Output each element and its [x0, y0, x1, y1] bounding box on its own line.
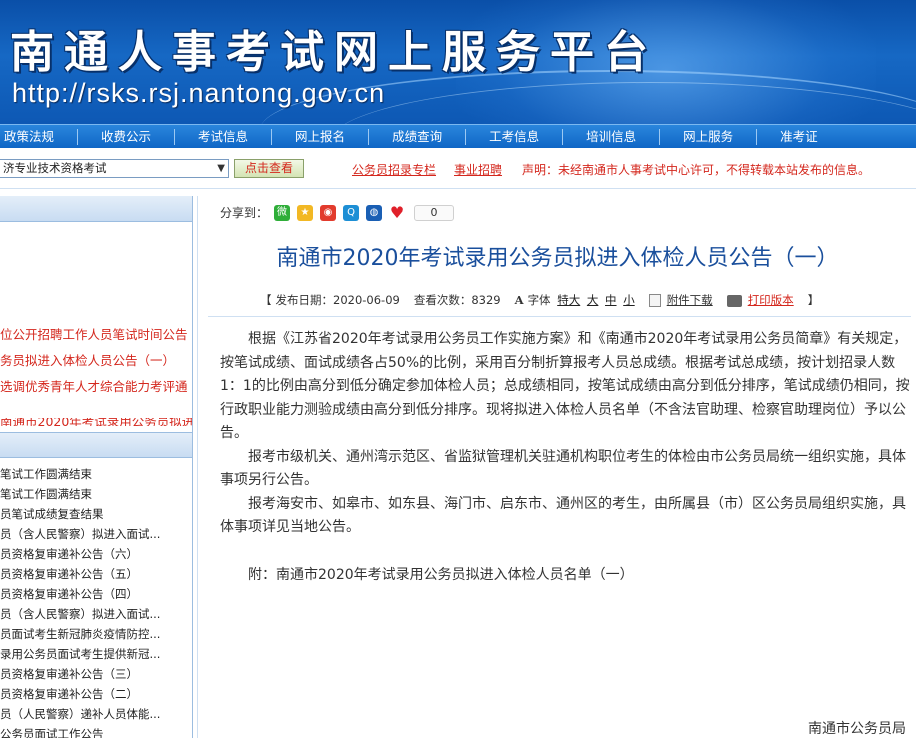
article-paragraph: 报考市级机关、通州湾示范区、省监狱管理机关驻通机构职位考生的体检由市公务员局统一… — [220, 448, 906, 489]
font-size-icon: A — [514, 293, 524, 307]
related-news-item[interactable]: 员（含人民警察）拟进入面试... — [0, 604, 192, 624]
exam-type-select-value: 济专业技术资格考试 — [3, 161, 107, 175]
meta-bracket-open: 【 — [260, 293, 272, 307]
main-nav: 政策法规 收费公示 考试信息 网上报名 成绩查询 工考信息 培训信息 网上服务 … — [0, 124, 916, 148]
font-size-small[interactable]: 小 — [623, 293, 635, 307]
exam-type-select[interactable]: 济专业技术资格考试 ▼ — [0, 159, 229, 178]
latest-news-list: 位公开招聘工作人员笔试时间公告 务员拟进入体检人员公告（一） 选调优秀青年人才综… — [0, 322, 192, 400]
article-body: 根据《江苏省2020年考试录用公务员工作实施方案》和《南通市2020年考试录用公… — [220, 328, 910, 587]
copyright-notice: 声明：未经南通市人事考试中心许可，不得转载本站发布的信息。 — [522, 163, 871, 177]
article-panel: 分享到： 微 ★ ◉ Q ◍ ♥ 0 南通市2020年考试录用公务员拟进入体检人… — [197, 196, 916, 738]
share-label: 分享到： — [220, 206, 269, 220]
article-meta: 【 发布日期：2020-06-09 查看次数：8329 A 字体 特大 大 中 小… — [260, 292, 833, 308]
nav-item-scores[interactable]: 成绩查询 — [369, 128, 467, 145]
printer-icon — [726, 294, 742, 307]
nav-item-training[interactable]: 培训信息 — [563, 128, 661, 145]
print-version-label: 打印版本 — [747, 293, 794, 307]
article-paragraph: 报考海安市、如皋市、如东县、海门市、启东市、通州区的考生，由所属县（市）区公务员… — [220, 495, 906, 536]
view-button[interactable]: 点击查看 — [234, 159, 304, 178]
related-news-item[interactable]: 录用公务员面试考生提供新冠... — [0, 644, 192, 664]
related-news-list: 笔试工作圆满结束 笔试工作圆满结束 员笔试成绩复查结果 员（含人民警察）拟进入面… — [0, 464, 192, 738]
nav-item-registration[interactable]: 网上报名 — [272, 128, 370, 145]
latest-news-item[interactable]: 位公开招聘工作人员笔试时间公告 — [0, 322, 192, 348]
nav-item-admission-ticket[interactable]: 准考证 — [757, 129, 841, 145]
related-news-item[interactable]: 员（人民警察）递补人员体能... — [0, 704, 192, 724]
site-banner: 南通人事考试网上服务平台 http://rsks.rsj.nantong.gov… — [0, 0, 916, 124]
related-news-item[interactable]: 员资格复审递补公告（二） — [0, 684, 192, 704]
meta-bracket-close: 】 — [807, 293, 820, 307]
site-title: 南通人事考试网上服务平台 — [10, 27, 658, 78]
qzone-icon[interactable]: ★ — [297, 204, 314, 221]
site-url: http://rsks.rsj.nantong.gov.cn — [12, 78, 386, 108]
related-news-item[interactable]: 员资格复审递补公告（三） — [0, 664, 192, 684]
left-sidebar: 位公开招聘工作人员笔试时间公告 务员拟进入体检人员公告（一） 选调优秀青年人才综… — [0, 196, 193, 738]
civil-servant-link[interactable]: 公务员招录专栏 — [352, 161, 436, 178]
public-institution-link[interactable]: 事业招聘 — [454, 161, 502, 178]
share-bar: 分享到： 微 ★ ◉ Q ◍ ♥ 0 — [220, 204, 455, 221]
related-news-item[interactable]: 员（含人民警察）拟进入面试... — [0, 524, 192, 544]
sidebar-header-latest — [0, 196, 192, 222]
nav-item-online-service[interactable]: 网上服务 — [660, 128, 758, 145]
sidebar-header-related — [0, 432, 192, 458]
related-news-item[interactable]: 公务员面试工作公告 — [0, 724, 192, 738]
attachment-download-label: 附件下载 — [666, 293, 713, 307]
latest-news-item-partial[interactable]: 南通市2020年考试录用公务员拟进入面试人员 — [0, 418, 192, 426]
related-news-item[interactable]: 笔试工作圆满结束 — [0, 484, 192, 504]
sub-bar: 济专业技术资格考试 ▼ 点击查看 公务员招录专栏 事业招聘 声明：未经南通市人事… — [0, 149, 916, 189]
font-size-control: A 字体 特大 大 中 小 — [515, 292, 635, 308]
font-size-large[interactable]: 大 — [587, 293, 599, 307]
view-count: 查看次数：8329 — [413, 293, 501, 307]
related-news-item[interactable]: 员面试考生新冠肺炎疫情防控... — [0, 624, 192, 644]
latest-news-item[interactable]: 选调优秀青年人才综合能力考评通 — [0, 374, 192, 400]
latest-news-item[interactable]: 务员拟进入体检人员公告（一） — [0, 348, 192, 374]
latest-news-item-partial-text: 南通市2020年考试录用公务员拟进入面试人员 — [0, 418, 192, 426]
related-news-item[interactable]: 员笔试成绩复查结果 — [0, 504, 192, 524]
related-news-item[interactable]: 笔试工作圆满结束 — [0, 464, 192, 484]
heart-icon[interactable]: ♥ — [389, 204, 405, 221]
article-title: 南通市2020年考试录用公务员拟进入体检人员公告（一） — [276, 246, 839, 271]
font-size-xlarge[interactable]: 特大 — [557, 293, 580, 307]
attachment-download[interactable]: 附件下载 — [648, 292, 713, 308]
font-size-medium[interactable]: 中 — [605, 293, 617, 307]
share-count: 0 — [414, 204, 455, 221]
nav-item-fees[interactable]: 收费公示 — [78, 128, 176, 145]
related-news-item[interactable]: 员资格复审递补公告（五） — [0, 564, 192, 584]
nav-item-worker-exam[interactable]: 工考信息 — [466, 128, 564, 145]
title-divider — [208, 316, 911, 317]
font-size-label: 字体 — [527, 293, 551, 307]
publish-date: 发布日期：2020-06-09 — [275, 293, 400, 307]
weibo-icon[interactable]: ◉ — [320, 204, 337, 221]
article-attachment-line: 附：南通市2020年考试录用公务员拟进入体检人员名单（一） — [248, 566, 634, 583]
nav-item-exam-info[interactable]: 考试信息 — [175, 128, 273, 145]
document-icon — [648, 294, 661, 307]
related-news-item[interactable]: 员资格复审递补公告（四） — [0, 584, 192, 604]
article-paragraph: 根据《江苏省2020年考试录用公务员工作实施方案》和《南通市2020年考试录用公… — [220, 331, 910, 441]
article-signature: 南通市公务员局 — [808, 721, 906, 737]
print-version[interactable]: 打印版本 — [726, 292, 794, 308]
wechat-icon[interactable]: 微 — [274, 204, 291, 221]
dropdown-arrow-icon[interactable]: ▼ — [217, 160, 225, 177]
tencent-weibo-icon[interactable]: Q — [343, 204, 360, 221]
renren-icon[interactable]: ◍ — [366, 204, 383, 221]
related-news-item[interactable]: 员资格复审递补公告（六） — [0, 544, 192, 564]
page: 南通人事考试网上服务平台 http://rsks.rsj.nantong.gov… — [0, 0, 916, 738]
nav-item-policy[interactable]: 政策法规 — [0, 128, 79, 145]
